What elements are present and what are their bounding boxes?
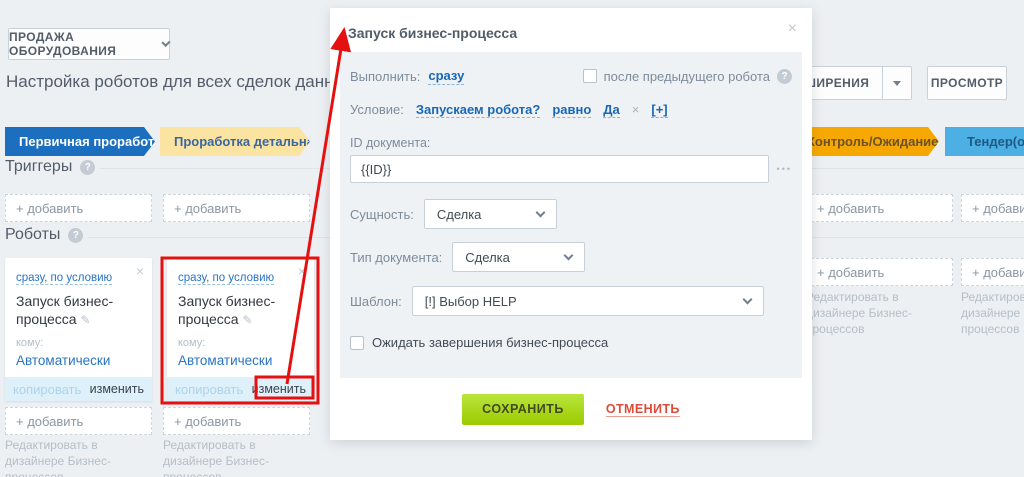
stage-pill-primary[interactable]: Первичная проработ... xyxy=(5,127,155,156)
condition-operator-link[interactable]: равно xyxy=(552,102,591,119)
copy-button[interactable]: копировать xyxy=(175,382,243,397)
condition-field-link[interactable]: Запускаем робота? xyxy=(416,102,540,119)
robot-card-title: Запуск бизнес-процесса ✎ xyxy=(16,293,142,328)
close-icon[interactable]: × xyxy=(136,264,144,278)
edit-pencil-icon[interactable]: ✎ xyxy=(242,313,252,327)
dialog-body: Выполнить: сразу после предыдущего робот… xyxy=(340,52,802,378)
add-robot-button[interactable]: + добавить xyxy=(5,407,152,435)
execute-value-link[interactable]: сразу xyxy=(428,68,464,85)
add-trigger-button[interactable]: + добавить xyxy=(163,194,310,222)
chevron-down-icon xyxy=(564,251,574,261)
entity-row: Сущность: Сделка xyxy=(350,199,792,229)
bp-designer-link[interactable]: Редактировать в дизайнере Бизнес-процесс… xyxy=(163,438,313,477)
edit-button[interactable]: изменить xyxy=(252,382,306,396)
cancel-button[interactable]: ОТМЕНИТЬ xyxy=(606,402,680,416)
triggers-section-header: Триггеры ? xyxy=(5,158,95,176)
execute-group: Выполнить: сразу xyxy=(350,68,464,85)
close-icon[interactable]: × xyxy=(298,264,306,278)
condition-label: Условие: xyxy=(350,102,404,117)
robot-to-value-link[interactable]: Автоматически xyxy=(16,353,142,368)
wait-bp-label: Ожидать завершения бизнес-процесса xyxy=(372,335,608,350)
doc-id-group: ID документа: ••• xyxy=(350,136,792,183)
dialog-footer: СОХРАНИТЬ ОТМЕНИТЬ xyxy=(330,378,812,440)
robot-card-title: Запуск бизнес-процесса ✎ xyxy=(178,293,304,328)
edit-pencil-icon[interactable]: ✎ xyxy=(80,313,90,327)
robot-card[interactable]: × сразу, по условию Запуск бизнес-процес… xyxy=(167,258,314,401)
add-trigger-button[interactable]: + добавить xyxy=(961,194,1024,222)
robot-to-label: кому: xyxy=(178,337,304,349)
chevron-down-icon xyxy=(161,37,170,46)
wait-checkbox-row: Ожидать завершения бизнес-процесса xyxy=(350,335,792,350)
after-previous-label: после предыдущего робота xyxy=(604,69,770,84)
add-robot-button[interactable]: + добавить xyxy=(961,258,1024,286)
template-label: Шаблон: xyxy=(350,294,402,309)
add-trigger-button[interactable]: + добавить xyxy=(5,194,152,222)
stage-pill-detailed[interactable]: Проработка детальная xyxy=(160,127,310,156)
stage-pill-control[interactable]: Контроль/Ожидание xyxy=(793,127,939,156)
entity-select[interactable]: Сделка xyxy=(424,199,557,229)
after-previous-group: после предыдущего робота ? xyxy=(583,69,792,84)
execute-row: Выполнить: сразу после предыдущего робот… xyxy=(350,68,792,85)
robots-section-header: Роботы ? xyxy=(5,226,83,244)
more-options-icon[interactable]: ••• xyxy=(777,164,792,174)
pipeline-selector-label: ПРОДАЖА ОБОРУДОВАНИЯ xyxy=(9,30,154,58)
close-icon[interactable]: × xyxy=(788,21,797,37)
triggers-section-title: Триггеры xyxy=(5,158,72,176)
doc-type-label: Тип документа: xyxy=(350,250,442,265)
edit-button[interactable]: изменить xyxy=(90,382,144,396)
add-condition-link[interactable]: [+] xyxy=(651,102,667,119)
help-icon[interactable]: ? xyxy=(68,228,83,243)
execute-label: Выполнить: xyxy=(350,69,420,84)
robot-card-footer: копировать изменить xyxy=(5,377,152,401)
caret-down-icon xyxy=(893,81,901,86)
robots-section-title: Роботы xyxy=(5,226,60,244)
help-icon[interactable]: ? xyxy=(777,69,792,84)
bp-designer-link[interactable]: Редактировать в дизайнере Бизнес-процесс… xyxy=(961,290,1024,337)
view-button[interactable]: ПРОСМОТР xyxy=(927,66,1007,100)
robot-schedule-link[interactable]: сразу, по условию xyxy=(178,272,274,285)
robot-to-value-link[interactable]: Автоматически xyxy=(178,353,304,368)
entity-label: Сущность: xyxy=(350,207,414,222)
extensions-dropdown-button[interactable] xyxy=(882,66,912,100)
robot-to-label: кому: xyxy=(16,337,142,349)
robot-card-title-text: Запуск бизнес-процесса xyxy=(16,293,113,327)
doc-id-input[interactable] xyxy=(350,155,769,183)
help-icon[interactable]: ? xyxy=(80,160,95,175)
copy-button[interactable]: копировать xyxy=(13,382,81,397)
remove-condition-icon[interactable]: × xyxy=(632,102,640,117)
template-row: Шаблон: [!] Выбор HELP xyxy=(350,286,792,316)
robot-card-footer: копировать изменить xyxy=(167,377,314,401)
add-robot-button[interactable]: + добавить xyxy=(163,407,310,435)
add-robot-button[interactable]: + добавить xyxy=(806,258,953,286)
entity-select-value: Сделка xyxy=(437,207,482,222)
robot-card-title-text: Запуск бизнес-процесса xyxy=(178,293,275,327)
robot-schedule-link[interactable]: сразу, по условию xyxy=(16,272,112,285)
doc-type-select[interactable]: Сделка xyxy=(452,242,585,272)
chevron-down-icon xyxy=(535,208,545,218)
condition-row: Условие: Запускаем робота? равно Да × [+… xyxy=(350,102,792,119)
robot-card[interactable]: × сразу, по условию Запуск бизнес-процес… xyxy=(5,258,152,401)
chevron-down-icon xyxy=(742,295,752,305)
pipeline-selector-button[interactable]: ПРОДАЖА ОБОРУДОВАНИЯ xyxy=(8,28,170,60)
doc-type-row: Тип документа: Сделка xyxy=(350,242,792,272)
wait-bp-checkbox[interactable] xyxy=(350,336,364,350)
add-trigger-button[interactable]: + добавить xyxy=(806,194,953,222)
dialog-title: Запуск бизнес-процесса xyxy=(348,25,517,41)
stage-pill-tender[interactable]: Тендер(о xyxy=(945,127,1024,156)
start-bp-dialog: Запуск бизнес-процесса × Выполнить: сраз… xyxy=(330,8,812,440)
bp-designer-link[interactable]: Редактировать в дизайнере Бизнес-процесс… xyxy=(5,438,155,477)
template-select[interactable]: [!] Выбор HELP xyxy=(412,286,764,316)
bp-designer-link[interactable]: Редактировать в дизайнере Бизнес-процесс… xyxy=(806,290,956,337)
doc-id-label: ID документа: xyxy=(350,136,792,150)
after-previous-checkbox[interactable] xyxy=(583,69,597,83)
doc-type-select-value: Сделка xyxy=(465,250,510,265)
condition-value-link[interactable]: Да xyxy=(603,102,620,119)
template-select-value: [!] Выбор HELP xyxy=(425,294,517,309)
save-button[interactable]: СОХРАНИТЬ xyxy=(462,394,584,425)
